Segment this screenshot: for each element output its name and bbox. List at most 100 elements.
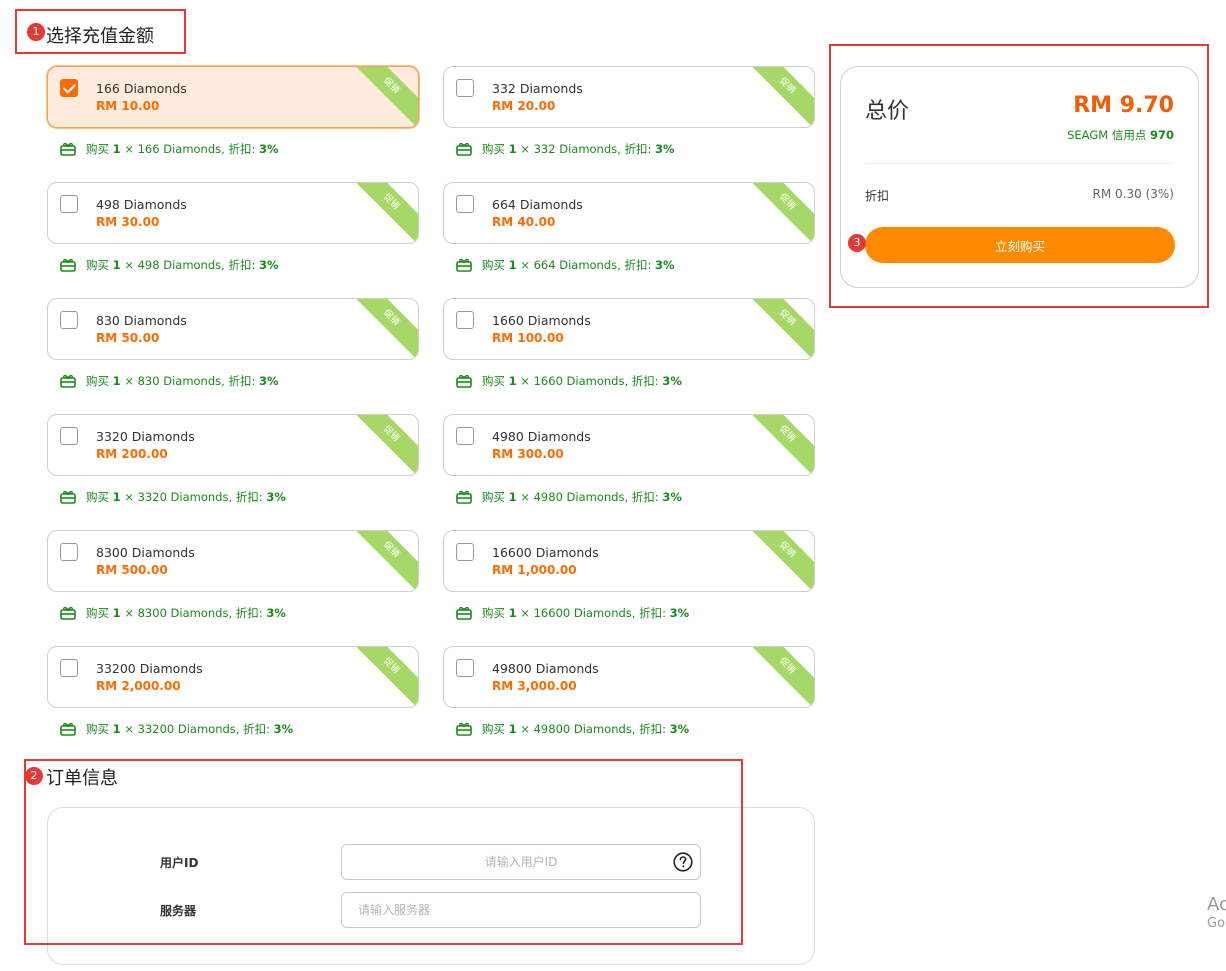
product-checkbox[interactable] bbox=[60, 659, 78, 677]
promo-qty: 1 bbox=[508, 258, 517, 272]
summary-divider bbox=[865, 163, 1174, 164]
promo-discount: 3% bbox=[266, 490, 286, 504]
product-price: RM 500.00 bbox=[96, 563, 168, 577]
price-summary-panel: 总价 RM 9.70 SEAGM 信用点 970 折扣 RM 0.30 (3%)… bbox=[840, 66, 1199, 288]
buy-now-button[interactable]: 立刻购买 bbox=[865, 227, 1175, 263]
product-checkbox[interactable] bbox=[60, 79, 78, 97]
promo-line: 购买 1 × 8300 Diamonds, 折扣: 3% bbox=[60, 605, 286, 621]
promo-desc: × 166 Diamonds, 折扣: bbox=[120, 142, 259, 156]
product-price: RM 300.00 bbox=[492, 447, 564, 461]
gift-icon bbox=[456, 606, 472, 623]
product-card[interactable]: 3320 Diamonds RM 200.00 促销 bbox=[47, 414, 419, 476]
product-price: RM 200.00 bbox=[96, 447, 168, 461]
promo-qty: 1 bbox=[508, 374, 517, 388]
product-card[interactable]: 1660 Diamonds RM 100.00 促销 bbox=[443, 298, 815, 360]
promo-desc: × 49800 Diamonds, 折扣: bbox=[516, 722, 670, 736]
promo-discount: 3% bbox=[654, 142, 675, 156]
promo-desc: × 498 Diamonds, 折扣: bbox=[120, 258, 259, 272]
product-checkbox[interactable] bbox=[456, 311, 474, 329]
gift-icon bbox=[456, 142, 472, 159]
promo-discount: 3% bbox=[662, 490, 682, 504]
gift-icon bbox=[456, 258, 472, 275]
product-price: RM 3,000.00 bbox=[492, 679, 577, 693]
promo-prefix: 购买 bbox=[482, 490, 505, 504]
credits-info: SEAGM 信用点 970 bbox=[1067, 127, 1174, 143]
promo-discount: 3% bbox=[266, 606, 286, 620]
promo-line: 购买 1 × 332 Diamonds, 折扣: 3% bbox=[456, 141, 675, 157]
promo-discount: 3% bbox=[258, 374, 279, 388]
product-checkbox[interactable] bbox=[456, 79, 474, 97]
promo-qty: 1 bbox=[112, 490, 121, 504]
promo-ribbon: 促销 bbox=[344, 183, 418, 243]
server-input[interactable] bbox=[341, 892, 701, 928]
product-card[interactable]: 664 Diamonds RM 40.00 促销 bbox=[443, 182, 815, 244]
promo-line: 购买 1 × 3320 Diamonds, 折扣: 3% bbox=[60, 489, 286, 505]
product-price: RM 1,000.00 bbox=[492, 563, 577, 577]
promo-qty: 1 bbox=[112, 258, 121, 272]
product-name: 830 Diamonds bbox=[96, 313, 187, 328]
promo-desc: × 33200 Diamonds, 折扣: bbox=[120, 722, 274, 736]
promo-desc: × 1660 Diamonds, 折扣: bbox=[516, 374, 663, 388]
promo-prefix: 购买 bbox=[482, 606, 505, 620]
product-checkbox[interactable] bbox=[60, 543, 78, 561]
promo-line: 购买 1 × 16600 Diamonds, 折扣: 3% bbox=[456, 605, 689, 621]
promo-discount: 3% bbox=[669, 722, 690, 736]
promo-desc: × 16600 Diamonds, 折扣: bbox=[516, 606, 670, 620]
activation-watermark: Ac Go bbox=[1207, 894, 1226, 932]
product-card[interactable]: 33200 Diamonds RM 2,000.00 促销 bbox=[47, 646, 419, 708]
promo-desc: × 332 Diamonds, 折扣: bbox=[516, 142, 655, 156]
promo-desc: × 830 Diamonds, 折扣: bbox=[120, 374, 259, 388]
annotation-badge-1: 1 bbox=[27, 23, 45, 41]
promo-qty: 1 bbox=[112, 606, 121, 620]
promo-ribbon: 促销 bbox=[740, 415, 814, 475]
promo-discount: 3% bbox=[258, 258, 279, 272]
product-card[interactable]: 49800 Diamonds RM 3,000.00 促销 bbox=[443, 646, 815, 708]
product-name: 8300 Diamonds bbox=[96, 545, 195, 560]
promo-line: 购买 1 × 33200 Diamonds, 折扣: 3% bbox=[60, 721, 293, 737]
product-price: RM 40.00 bbox=[492, 215, 556, 229]
gift-icon bbox=[60, 258, 76, 275]
product-card[interactable]: 166 Diamonds RM 10.00 促销 bbox=[47, 66, 419, 128]
help-icon[interactable] bbox=[673, 852, 693, 872]
promo-prefix: 购买 bbox=[86, 490, 109, 504]
promo-discount: 3% bbox=[662, 374, 682, 388]
promo-qty: 1 bbox=[508, 490, 517, 504]
promo-prefix: 购买 bbox=[86, 258, 109, 272]
promo-ribbon: 促销 bbox=[740, 647, 814, 707]
product-checkbox[interactable] bbox=[456, 427, 474, 445]
product-checkbox[interactable] bbox=[60, 427, 78, 445]
promo-prefix: 购买 bbox=[482, 722, 505, 736]
product-checkbox[interactable] bbox=[456, 659, 474, 677]
product-checkbox[interactable] bbox=[456, 195, 474, 213]
gift-icon bbox=[456, 490, 472, 507]
product-name: 166 Diamonds bbox=[96, 81, 187, 96]
promo-line: 购买 1 × 166 Diamonds, 折扣: 3% bbox=[60, 141, 279, 157]
annotation-badge-2: 2 bbox=[25, 767, 43, 785]
gift-icon bbox=[456, 374, 472, 391]
product-card[interactable]: 8300 Diamonds RM 500.00 促销 bbox=[47, 530, 419, 592]
product-card[interactable]: 830 Diamonds RM 50.00 促销 bbox=[47, 298, 419, 360]
product-card[interactable]: 498 Diamonds RM 30.00 促销 bbox=[47, 182, 419, 244]
promo-line: 购买 1 × 4980 Diamonds, 折扣: 3% bbox=[456, 489, 682, 505]
promo-ribbon: 促销 bbox=[344, 67, 418, 127]
promo-desc: × 4980 Diamonds, 折扣: bbox=[516, 490, 663, 504]
user-id-input[interactable] bbox=[341, 844, 701, 880]
promo-ribbon: 促销 bbox=[344, 415, 418, 475]
user-id-label: 用户ID bbox=[160, 856, 199, 870]
product-price: RM 20.00 bbox=[492, 99, 556, 113]
promo-desc: × 8300 Diamonds, 折扣: bbox=[120, 606, 267, 620]
promo-discount: 3% bbox=[669, 606, 690, 620]
product-checkbox[interactable] bbox=[60, 311, 78, 329]
promo-prefix: 购买 bbox=[86, 374, 109, 388]
promo-qty: 1 bbox=[508, 606, 517, 620]
product-name: 332 Diamonds bbox=[492, 81, 583, 96]
product-name: 3320 Diamonds bbox=[96, 429, 195, 444]
promo-desc: × 664 Diamonds, 折扣: bbox=[516, 258, 655, 272]
product-card[interactable]: 332 Diamonds RM 20.00 促销 bbox=[443, 66, 815, 128]
product-card[interactable]: 4980 Diamonds RM 300.00 促销 bbox=[443, 414, 815, 476]
product-name: 498 Diamonds bbox=[96, 197, 187, 212]
product-checkbox[interactable] bbox=[60, 195, 78, 213]
gift-icon bbox=[60, 490, 76, 507]
product-card[interactable]: 16600 Diamonds RM 1,000.00 促销 bbox=[443, 530, 815, 592]
product-checkbox[interactable] bbox=[456, 543, 474, 561]
